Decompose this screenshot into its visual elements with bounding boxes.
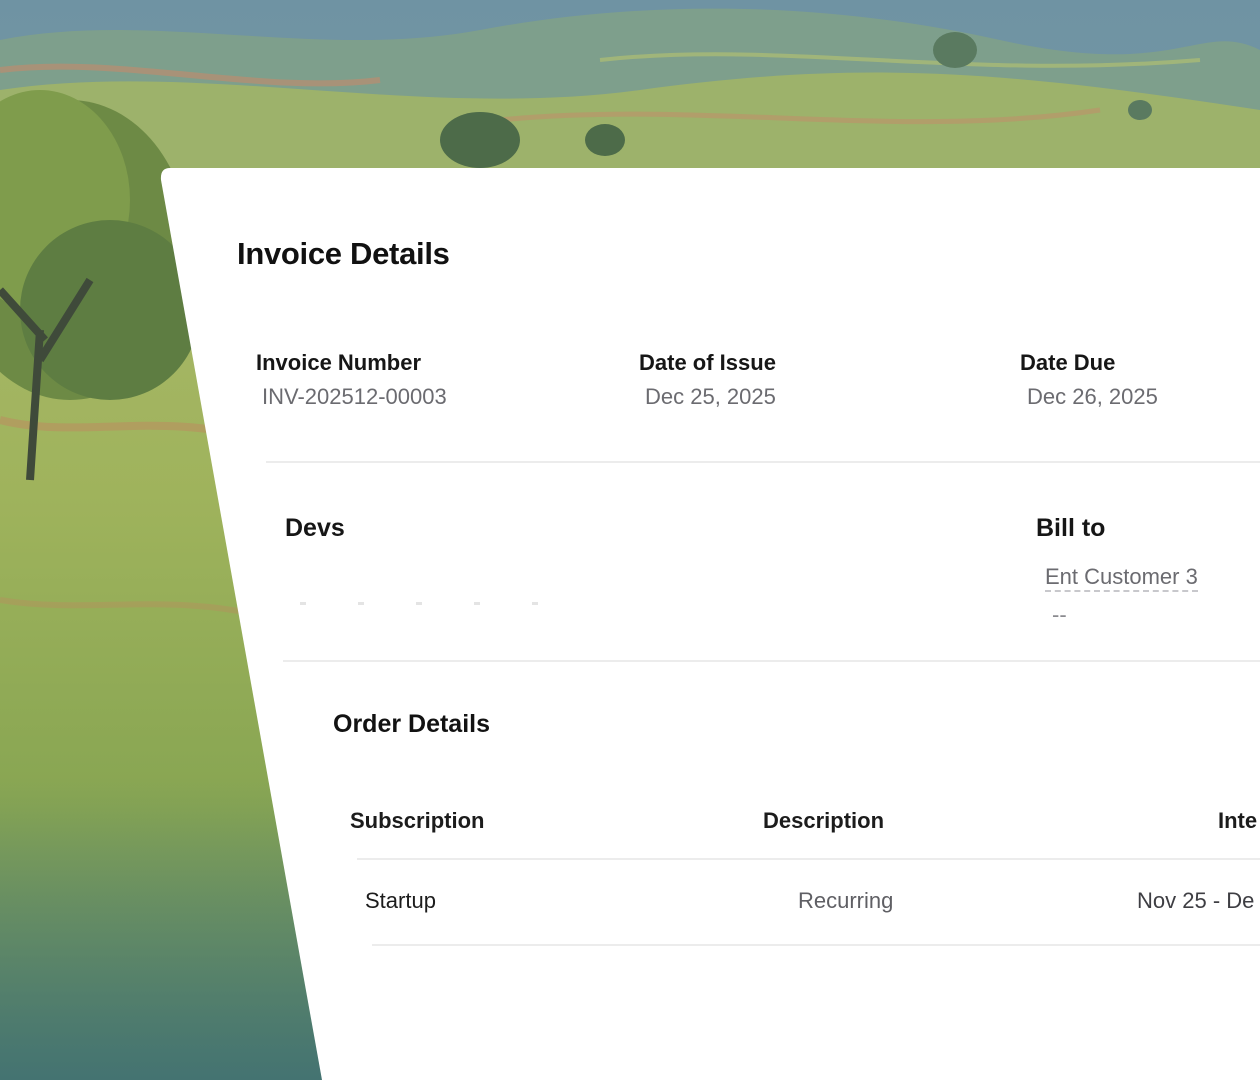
date-due-value: Dec 26, 2025 [1027,384,1158,409]
date-of-issue-value: Dec 25, 2025 [645,384,776,409]
divider [266,461,1260,463]
table-row-divider [372,944,1260,946]
bill-to-detail: -- [1052,602,1067,627]
invoice-panel: Invoice Details Invoice Number INV-20251… [0,0,1260,1080]
cell-subscription: Startup [365,888,436,913]
page-title: Invoice Details [237,236,450,271]
invoice-screenshot: Invoice Details Invoice Number INV-20251… [0,0,1260,1080]
column-header-description: Description [763,808,885,833]
bill-to-customer-link[interactable]: Ent Customer 3 [1045,564,1198,592]
cell-interval: Nov 25 - De [1137,888,1255,913]
table-header-divider [357,858,1260,860]
invoice-number-label: Invoice Number [256,350,422,375]
date-of-issue-label: Date of Issue [639,350,776,375]
invoice-number-value: INV-202512-00003 [262,384,447,409]
bill-to-customer-name[interactable]: Ent Customer 3 [1045,564,1198,592]
company-name: Devs [285,514,345,542]
divider [283,660,1260,662]
cell-description: Recurring [798,888,894,913]
bill-to-heading: Bill to [1036,514,1106,542]
column-header-interval: Inte [1218,808,1258,833]
company-address-placeholder [300,602,590,605]
date-due-label: Date Due [1020,350,1116,375]
column-header-subscription: Subscription [350,808,485,833]
order-details-heading: Order Details [333,710,491,738]
